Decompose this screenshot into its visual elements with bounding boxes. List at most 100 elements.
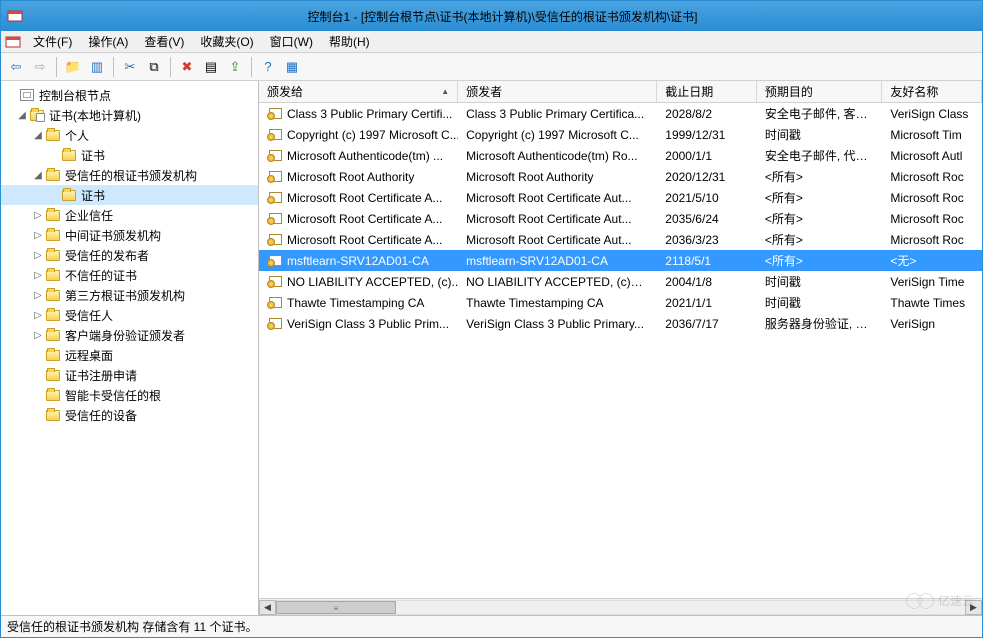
menu-file[interactable]: 文件(F): [25, 31, 80, 52]
refresh-button[interactable]: ▦: [281, 56, 303, 78]
menu-window[interactable]: 窗口(W): [262, 31, 321, 52]
tree-trusted-devices[interactable]: 受信任的设备: [1, 405, 258, 425]
table-row[interactable]: Microsoft Authenticode(tm) ...Microsoft …: [259, 145, 982, 166]
table-row[interactable]: Microsoft Root Certificate A...Microsoft…: [259, 187, 982, 208]
tree-untrusted[interactable]: ▷ 不信任的证书: [1, 265, 258, 285]
cell-issued-to: Thawte Timestamping CA: [287, 296, 424, 310]
table-row[interactable]: Microsoft Root Certificate A... Microsoft…: [259, 208, 982, 229]
collapse-icon[interactable]: ▷: [31, 290, 45, 301]
tree-trusted-root-certs[interactable]: 证书: [1, 185, 258, 205]
copy-button[interactable]: ⧉: [143, 56, 165, 78]
certificate-icon: [267, 254, 283, 268]
scroll-right-icon[interactable]: ▶: [965, 600, 982, 615]
tree-enterprise-trust[interactable]: ▷ 企业信任: [1, 205, 258, 225]
tree-panel[interactable]: 控制台根节点 ◢ 证书(本地计算机) ◢ 个人 证书 ◢ 受信任的根证书颁发机构: [1, 81, 259, 615]
col-label: 颁发给: [267, 83, 303, 100]
tree-label: 受信任的根证书颁发机构: [65, 167, 197, 184]
tree-label: 受信任的发布者: [65, 247, 149, 264]
properties-button[interactable]: ▤: [200, 56, 222, 78]
cell-intended: 时间戳: [757, 273, 882, 290]
tree-remote-desktop[interactable]: 远程桌面: [1, 345, 258, 365]
panel-toggle-button[interactable]: ▥: [86, 56, 108, 78]
menu-view[interactable]: 查看(V): [136, 31, 192, 52]
tree-trusted-people[interactable]: ▷ 受信任人: [1, 305, 258, 325]
cell-friendly: VeriSign Class: [882, 107, 982, 121]
tree-trusted-publishers[interactable]: ▷ 受信任的发布者: [1, 245, 258, 265]
status-text: 受信任的根证书颁发机构 存储含有 11 个证书。: [7, 618, 257, 635]
table-row[interactable]: Microsoft Root AuthorityMicrosoft Root A…: [259, 166, 982, 187]
cell-friendly: Microsoft Roc: [882, 212, 982, 226]
tree-smart-card[interactable]: 智能卡受信任的根: [1, 385, 258, 405]
horizontal-scrollbar[interactable]: ◀ ≡ ▶: [259, 598, 982, 615]
sort-asc-icon: ▲: [441, 87, 449, 96]
menu-favorites[interactable]: 收藏夹(O): [192, 31, 261, 52]
certificate-icon: [267, 170, 283, 184]
table-row[interactable]: VeriSign Class 3 Public Prim...VeriSign …: [259, 313, 982, 334]
help-button[interactable]: ?: [257, 56, 279, 78]
collapse-icon[interactable]: ▷: [31, 270, 45, 281]
cell-friendly: <无>: [882, 252, 982, 269]
col-friendly[interactable]: 友好名称: [882, 81, 982, 102]
tree-client-auth[interactable]: ▷ 客户端身份验证颁发者: [1, 325, 258, 345]
tree-certs-local[interactable]: ◢ 证书(本地计算机): [1, 105, 258, 125]
cell-expiration: 2021/5/10: [657, 191, 757, 205]
back-button[interactable]: ⇦: [5, 56, 27, 78]
scroll-thumb[interactable]: ≡: [276, 601, 396, 614]
tree-label: 证书: [81, 187, 105, 204]
certificate-icon: [267, 128, 283, 142]
col-intended[interactable]: 预期目的: [757, 81, 882, 102]
cell-issued-to: Microsoft Root Certificate A...: [287, 212, 442, 226]
expand-icon[interactable]: ◢: [31, 130, 45, 141]
collapse-icon[interactable]: ▷: [31, 310, 45, 321]
collapse-icon[interactable]: ▷: [31, 230, 45, 241]
cell-issued-to: Microsoft Authenticode(tm) ...: [287, 149, 443, 163]
cell-issued-by: Microsoft Root Certificate Aut...: [458, 233, 657, 247]
table-row[interactable]: Class 3 Public Primary Certifi...Class 3…: [259, 103, 982, 124]
tree-personal-certs[interactable]: 证书: [1, 145, 258, 165]
export-button[interactable]: ⇪: [224, 56, 246, 78]
scroll-left-icon[interactable]: ◀: [259, 600, 276, 615]
scroll-track[interactable]: ≡: [276, 600, 965, 615]
table-row[interactable]: msftlearn-SRV12AD01-CAmsftlearn-SRV12AD0…: [259, 250, 982, 271]
up-button[interactable]: 📁: [62, 56, 84, 78]
tree-cert-enrollment[interactable]: 证书注册申请: [1, 365, 258, 385]
cell-issued-to: Copyright (c) 1997 Microsoft C...: [287, 128, 458, 142]
col-issued-to[interactable]: 颁发给 ▲: [259, 81, 458, 102]
table-row[interactable]: Copyright (c) 1997 Microsoft C...Copyrig…: [259, 124, 982, 145]
tree-label: 企业信任: [65, 207, 113, 224]
collapse-icon[interactable]: ▷: [31, 250, 45, 261]
tree-root[interactable]: 控制台根节点: [1, 85, 258, 105]
col-issued-by[interactable]: 颁发者: [458, 81, 657, 102]
collapse-icon[interactable]: ▷: [31, 330, 45, 341]
delete-button[interactable]: ✖: [176, 56, 198, 78]
collapse-icon[interactable]: ▷: [31, 210, 45, 221]
folder-icon: [45, 348, 61, 362]
menu-action[interactable]: 操作(A): [80, 31, 136, 52]
forward-button[interactable]: ⇨: [29, 56, 51, 78]
folder-icon: [45, 328, 61, 342]
col-expiration[interactable]: 截止日期: [657, 81, 757, 102]
list-body[interactable]: Class 3 Public Primary Certifi...Class 3…: [259, 103, 982, 598]
table-row[interactable]: Thawte Timestamping CAThawte Timestampin…: [259, 292, 982, 313]
cell-issued-by: Copyright (c) 1997 Microsoft C...: [458, 128, 657, 142]
cell-friendly: Microsoft Tim: [882, 128, 982, 142]
cut-button[interactable]: ✂: [119, 56, 141, 78]
tree-personal[interactable]: ◢ 个人: [1, 125, 258, 145]
table-row[interactable]: NO LIABILITY ACCEPTED, (c)...NO LIABILIT…: [259, 271, 982, 292]
tree-label: 第三方根证书颁发机构: [65, 287, 185, 304]
cell-intended: 安全电子邮件, 代码...: [757, 147, 882, 164]
cell-expiration: 1999/12/31: [657, 128, 757, 142]
expand-icon[interactable]: ◢: [31, 170, 45, 181]
table-row[interactable]: Microsoft Root Certificate A...Microsoft…: [259, 229, 982, 250]
menu-help[interactable]: 帮助(H): [321, 31, 378, 52]
certificate-icon: [267, 149, 283, 163]
cell-intended: <所有>: [757, 168, 882, 185]
tree-trusted-root[interactable]: ◢ 受信任的根证书颁发机构: [1, 165, 258, 185]
tree-intermediate[interactable]: ▷ 中间证书颁发机构: [1, 225, 258, 245]
cell-intended: 时间戳: [757, 126, 882, 143]
title-bar: 控制台1 - [控制台根节点\证书(本地计算机)\受信任的根证书颁发机构\证书]: [1, 1, 982, 31]
expand-icon[interactable]: ◢: [15, 110, 29, 121]
cell-issued-by: msftlearn-SRV12AD01-CA: [458, 254, 657, 268]
cell-issued-to: Microsoft Root Authority: [287, 170, 414, 184]
tree-third-party[interactable]: ▷ 第三方根证书颁发机构: [1, 285, 258, 305]
